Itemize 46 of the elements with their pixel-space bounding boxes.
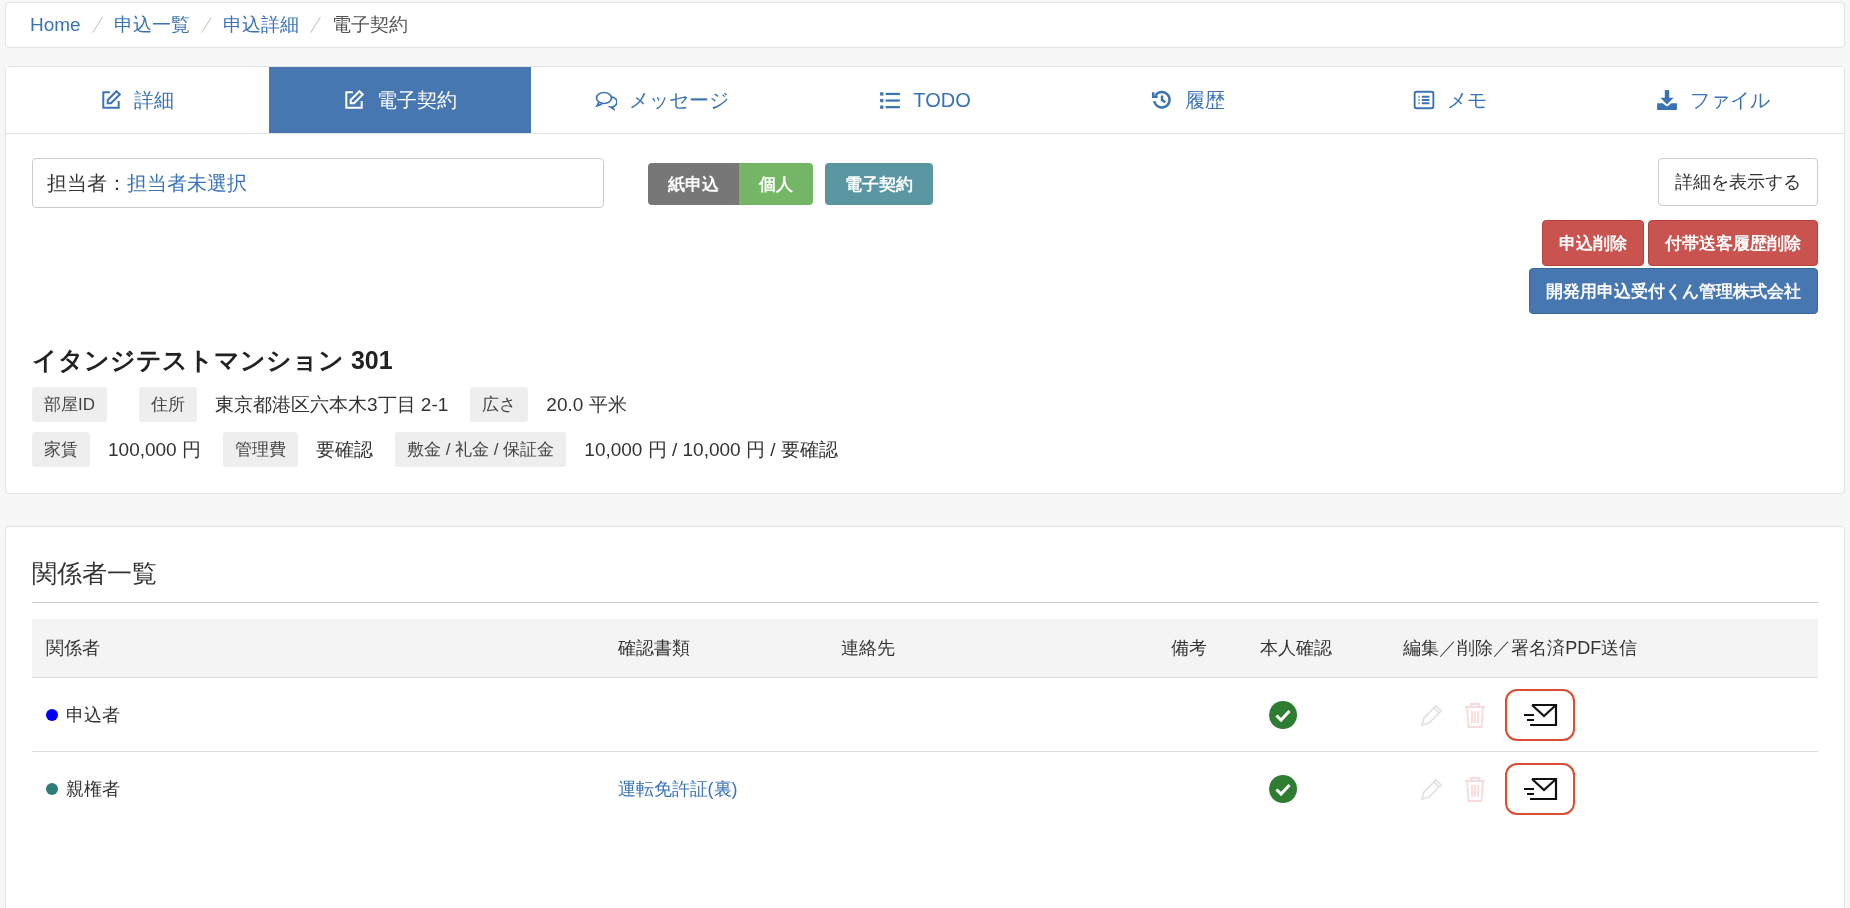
column-header: 備考 [1157, 619, 1247, 678]
column-header: 連絡先 [826, 619, 1158, 678]
field-label: 家賃 [32, 432, 90, 467]
send-mail-button[interactable] [1505, 688, 1576, 741]
list-box-icon [1413, 89, 1436, 111]
breadcrumb-link[interactable]: Home [30, 14, 81, 36]
property-title: イタンジテストマンション 301 [32, 345, 394, 376]
company-button[interactable]: 開発用申込受付くん管理株式会社 [1529, 268, 1818, 314]
document-link[interactable]: 運転免許証(裏) [617, 778, 738, 799]
field-label: 敷金 / 礼金 / 保証金 [394, 432, 567, 467]
section-title: 関係者一覧 [32, 557, 1818, 603]
breadcrumb-current: 電子契約 [331, 13, 408, 37]
delete-button[interactable]: 付帯送客履歴削除 [1648, 220, 1818, 266]
column-header: 確認書類 [603, 619, 827, 678]
field-label: 管理費 [222, 432, 298, 467]
download-icon [1655, 89, 1678, 111]
field-label: 住所 [139, 387, 197, 422]
edit-icon [342, 89, 365, 111]
party-name: 親権者 [66, 777, 120, 801]
breadcrumb-link[interactable]: 申込一覧 [113, 12, 190, 38]
status-badge: 電子契約 [825, 163, 933, 205]
envelope-icon [1522, 775, 1559, 802]
field-value: 20.0 平米 [546, 392, 627, 417]
delete-button[interactable]: 申込削除 [1542, 220, 1644, 266]
edit-icon [100, 89, 123, 111]
column-header: 編集／削除／署名済PDF送信 [1389, 619, 1818, 678]
field-value: 100,000 円 [108, 437, 201, 462]
field-value: 10,000 円 / 10,000 円 / 要確認 [584, 437, 838, 462]
send-mail-button[interactable] [1505, 762, 1576, 815]
field-label: 部屋ID [32, 387, 107, 422]
field-value: 東京都港区六本木3丁目 2-1 [215, 392, 449, 417]
list-icon [879, 89, 902, 111]
column-header: 本人確認 [1246, 619, 1390, 678]
history-icon [1150, 89, 1173, 111]
breadcrumb-link[interactable]: 申込詳細 [222, 12, 299, 38]
show-details-button[interactable]: 詳細を表示する [1658, 158, 1818, 206]
field-label: 広さ [470, 387, 529, 422]
envelope-icon [1522, 701, 1559, 728]
column-header: 関係者 [32, 619, 604, 678]
chat-icon [595, 89, 618, 111]
status-badge: 紙申込 [648, 163, 739, 205]
field-value: 要確認 [315, 437, 373, 462]
assignee-field[interactable]: 担当者：担当者未選択 [32, 158, 604, 208]
status-badge: 個人 [739, 163, 813, 205]
party-name: 申込者 [66, 703, 120, 727]
tab[interactable]: 電子契約 [268, 67, 532, 133]
